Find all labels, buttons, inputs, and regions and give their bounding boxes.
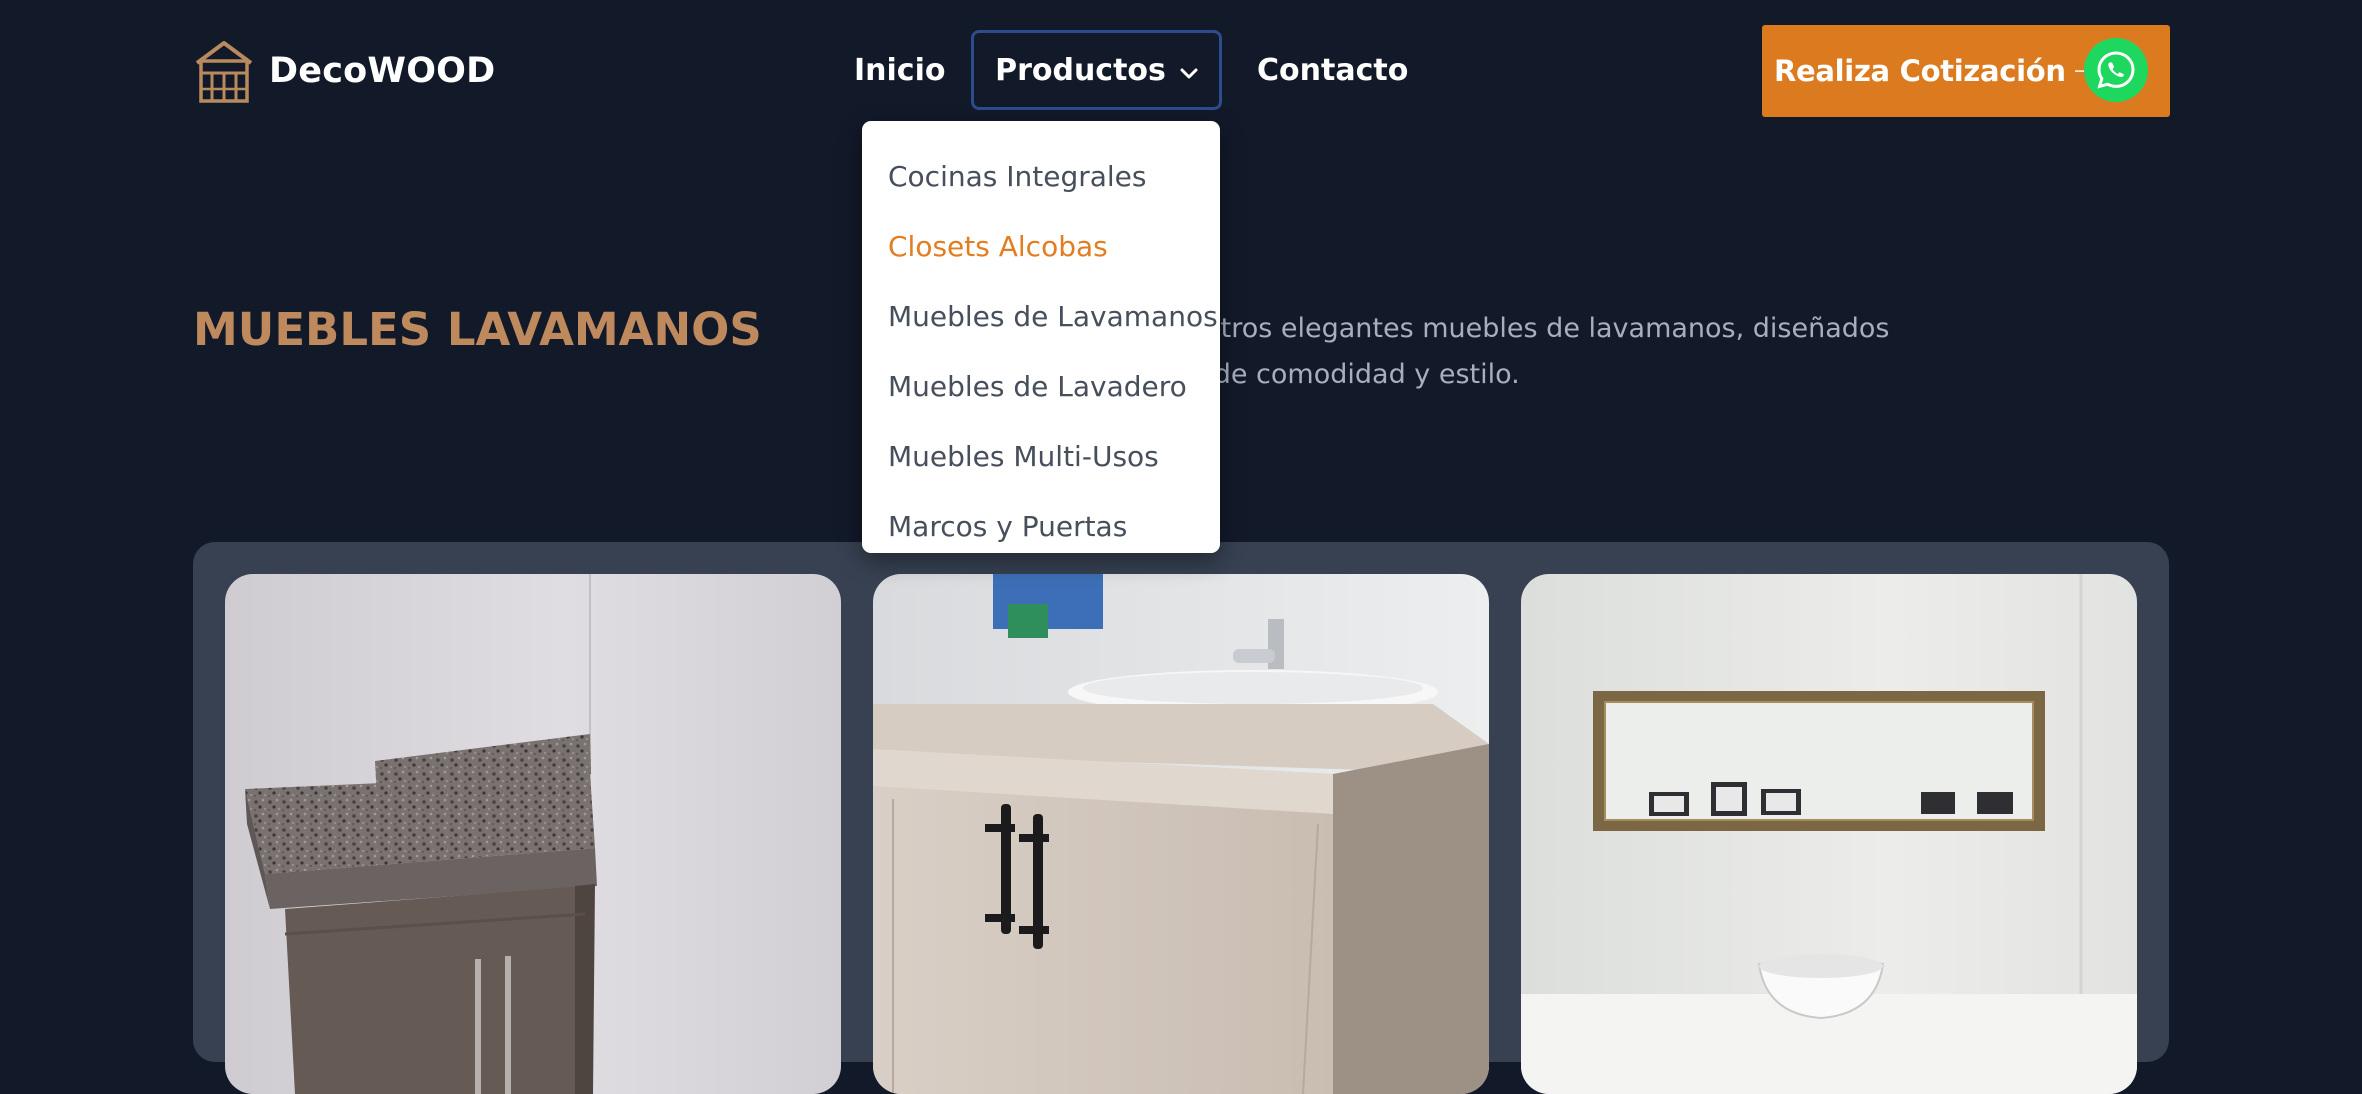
brand-logo[interactable]: DecoWOOD — [193, 37, 495, 105]
nav-productos[interactable]: Productos — [971, 30, 1222, 110]
nav-inicio[interactable]: Inicio — [854, 30, 945, 110]
whatsapp-icon — [2084, 38, 2148, 102]
page-title: MUEBLES LAVAMANOS — [193, 303, 762, 356]
brand-name: DecoWOOD — [269, 51, 496, 91]
gallery-image-mirror-wall-vessel-sink[interactable] — [1521, 574, 2137, 1094]
gallery-image-vanity-sink-cabinet[interactable] — [873, 574, 1489, 1094]
chevron-down-icon — [1180, 53, 1198, 88]
productos-dropdown-menu: Cocinas Integrales Closets Alcobas Muebl… — [862, 121, 1220, 553]
product-gallery — [193, 542, 2169, 1094]
menu-item-marcos-y-puertas[interactable]: Marcos y Puertas — [862, 491, 1220, 561]
house-logo-icon — [193, 37, 255, 105]
quote-button-label: Realiza Cotización — [1774, 54, 2066, 88]
menu-item-muebles-multi-usos[interactable]: Muebles Multi-Usos — [862, 421, 1220, 491]
menu-item-cocinas-integrales[interactable]: Cocinas Integrales — [862, 141, 1220, 211]
gallery-image-vanity-granite-top[interactable] — [225, 574, 841, 1094]
nav-productos-label: Productos — [995, 52, 1166, 88]
menu-item-muebles-de-lavamanos[interactable]: Muebles de Lavamanos — [862, 281, 1220, 351]
nav-contacto[interactable]: Contacto — [1257, 30, 1408, 110]
menu-item-muebles-de-lavadero[interactable]: Muebles de Lavadero — [862, 351, 1220, 421]
quote-button[interactable]: Realiza Cotización → — [1762, 25, 2170, 117]
menu-item-closets-alcobas[interactable]: Closets Alcobas — [862, 211, 1220, 281]
